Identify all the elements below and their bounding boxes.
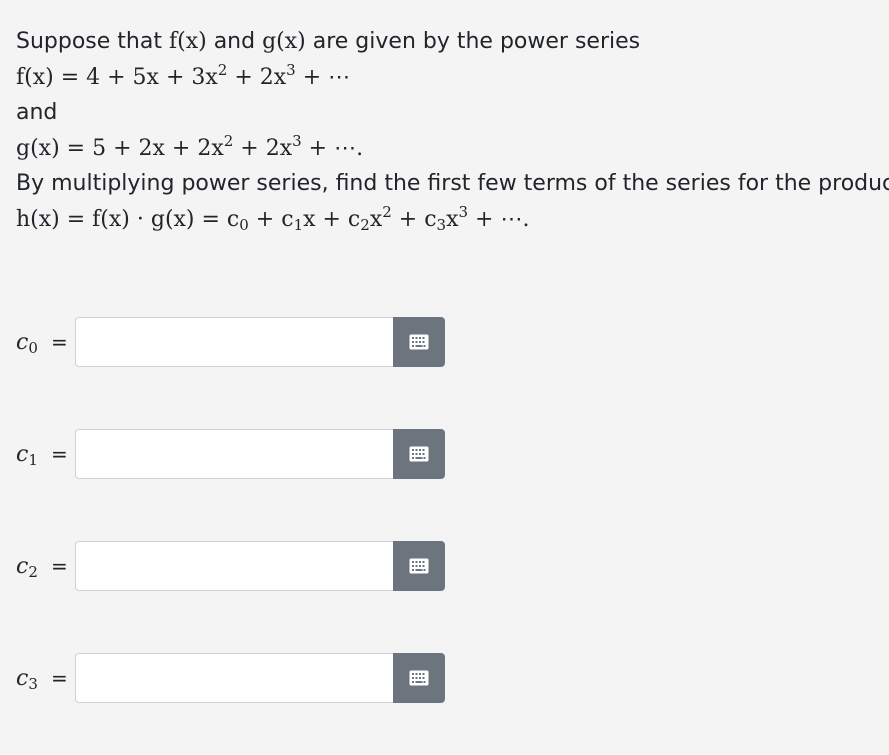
math-keyboard-button[interactable] [393, 317, 445, 367]
keyboard-icon [409, 558, 429, 574]
answer-input-c2[interactable] [75, 541, 393, 591]
coef-label-c0: c0 [16, 330, 38, 357]
coef-label-c2: c2 [16, 554, 38, 581]
h-series: h(x) = f(x) · g(x) = c0 + c1x + c2x2 + c… [16, 202, 530, 234]
intro-text: Suppose that [16, 29, 162, 54]
problem-statement: Suppose that f(x) and g(x) are given by … [16, 24, 889, 237]
equals-sign: = [51, 442, 68, 466]
answer-input-c3[interactable] [75, 653, 393, 703]
f-series: f(x) = 4 + 5x + 3x2 + 2x3 + ⋯ [16, 60, 351, 90]
f-of-x: f(x) [168, 29, 207, 54]
and-text: and [213, 29, 256, 54]
g-of-x: g(x) [262, 29, 306, 54]
answer-input-c1[interactable] [75, 429, 393, 479]
keyboard-icon [409, 670, 429, 686]
coef-label-c3: c3 [16, 666, 38, 693]
and-line: and [16, 100, 58, 125]
keyboard-icon [409, 446, 429, 462]
equals-sign: = [51, 666, 68, 690]
instruction-text: By multiplying power series, find the fi… [16, 171, 889, 196]
answer-input-c0[interactable] [75, 317, 393, 367]
math-keyboard-button[interactable] [393, 541, 445, 591]
equals-sign: = [51, 554, 68, 578]
g-series: g(x) = 5 + 2x + 2x2 + 2x3 + ⋯. [16, 131, 364, 161]
coef-label-c1: c1 [16, 442, 38, 469]
math-keyboard-button[interactable] [393, 653, 445, 703]
equals-sign: = [51, 330, 68, 354]
intro-tail-text: are given by the power series [312, 29, 641, 54]
keyboard-icon [409, 334, 429, 350]
math-keyboard-button[interactable] [393, 429, 445, 479]
problem-intro-line: Suppose that f(x) and g(x) are given by … [16, 24, 876, 60]
